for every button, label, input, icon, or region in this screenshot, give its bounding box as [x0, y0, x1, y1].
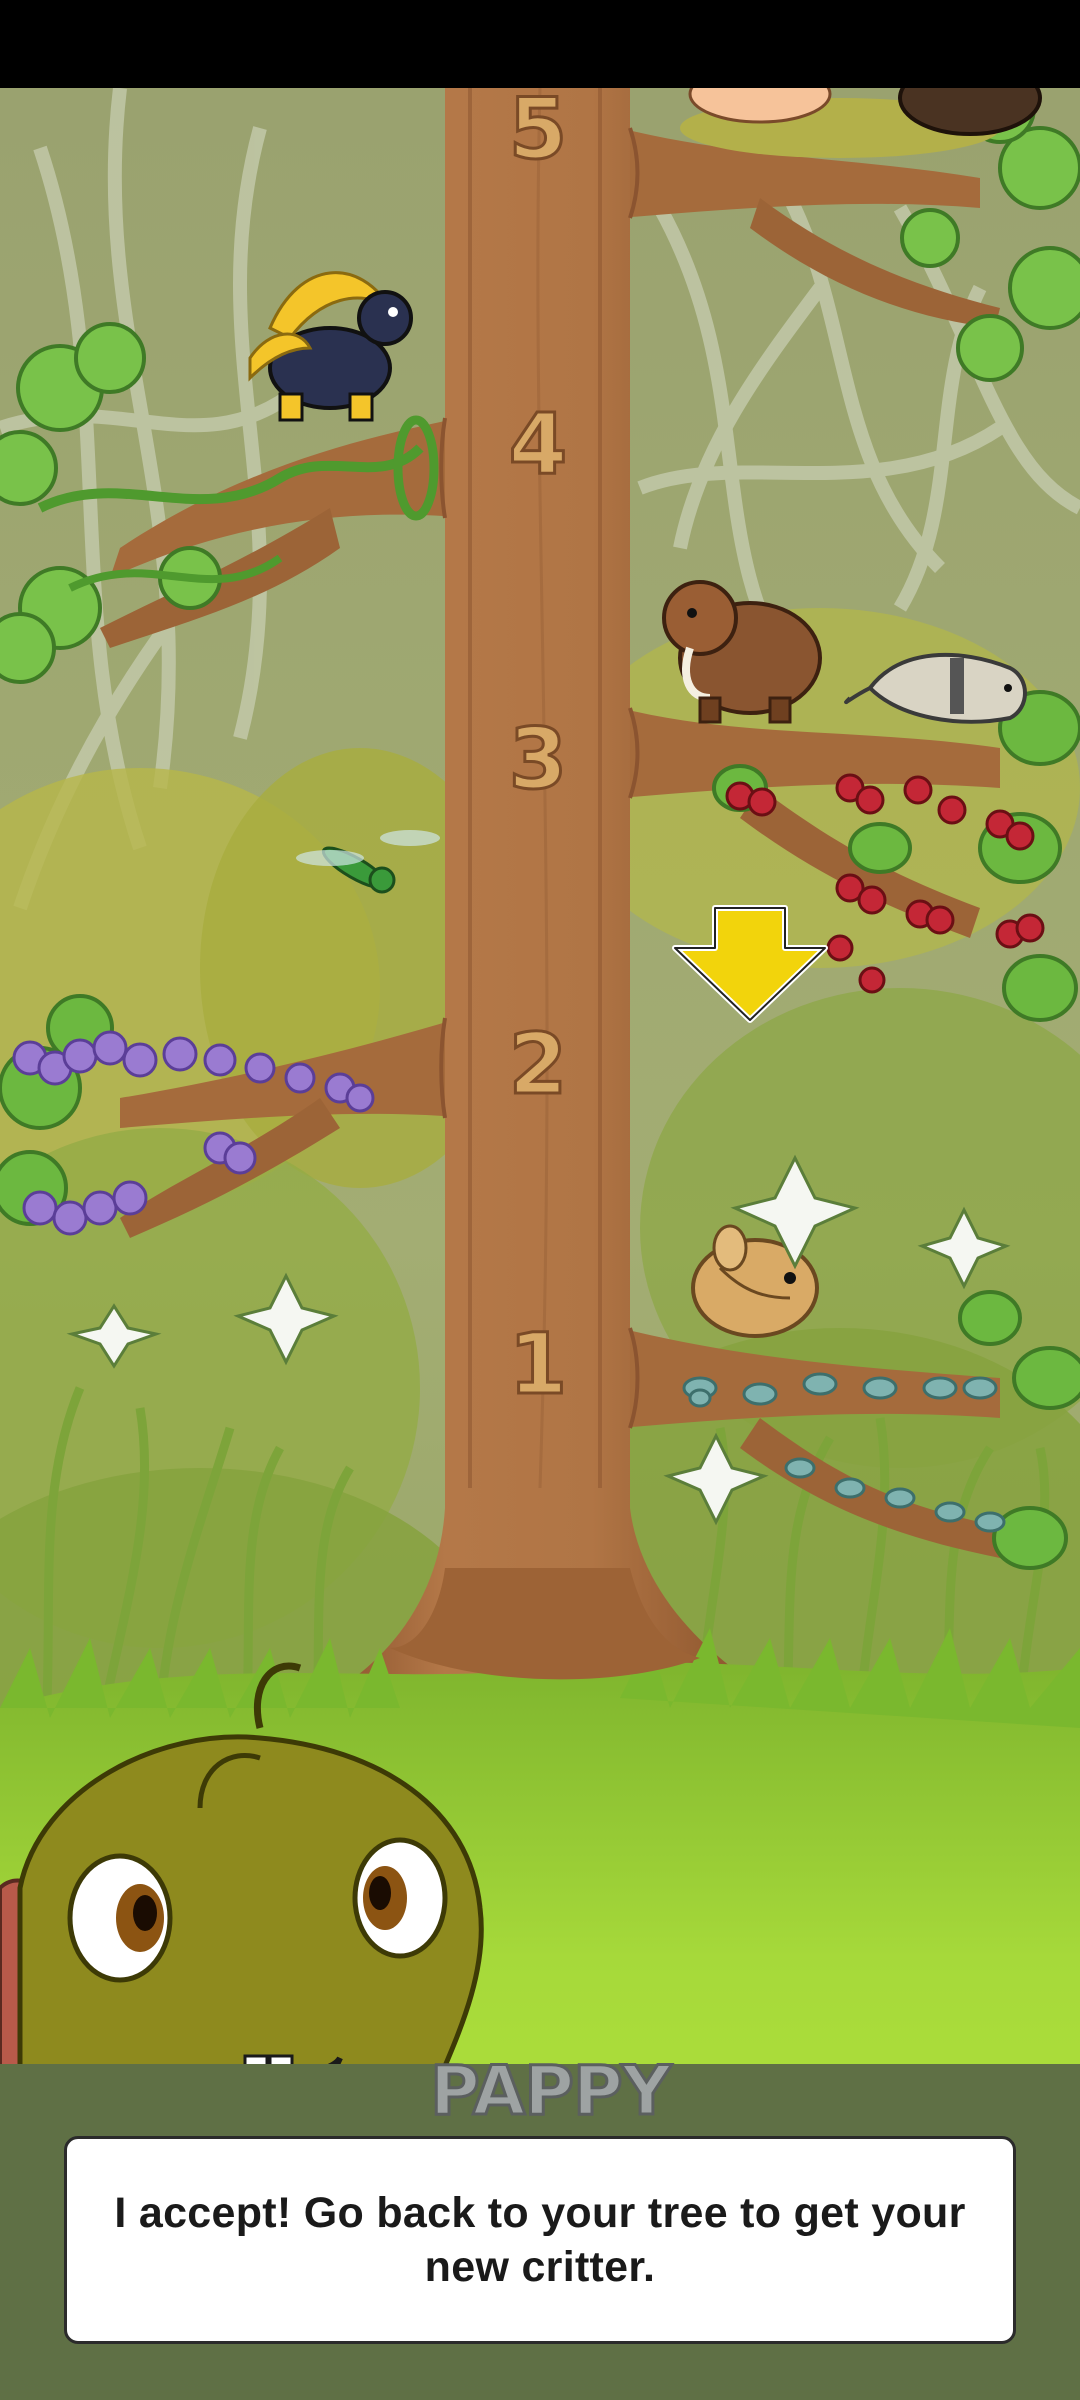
dialog-box[interactable]: I accept! Go back to your tree to get yo… [64, 2136, 1016, 2344]
dialog-text: I accept! Go back to your tree to get yo… [114, 2189, 966, 2291]
level-4-marker: 4 [509, 395, 567, 493]
game-screen[interactable]: 5 4 3 2 1 PAPPY I accept! Go back to you… [0, 0, 1080, 2400]
speaker-name: PAPPY [429, 2051, 673, 2133]
level-1-marker: 1 [509, 1315, 567, 1413]
status-bar [0, 0, 1080, 88]
level-2-marker: 2 [509, 1015, 567, 1113]
level-5-marker: 5 [509, 88, 567, 178]
level-3-marker: 3 [509, 710, 567, 808]
